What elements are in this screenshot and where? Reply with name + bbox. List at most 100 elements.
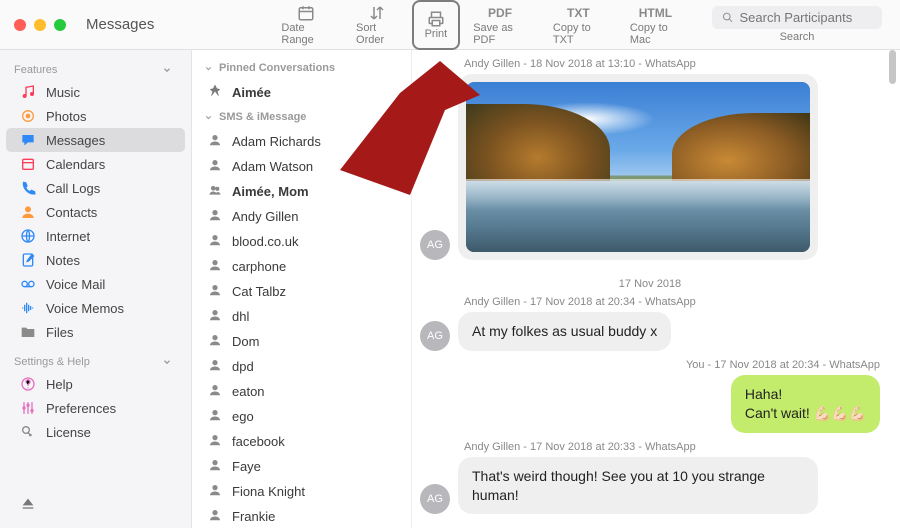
sidebar-item-label: Notes xyxy=(46,253,80,268)
conversation-item[interactable]: Dom xyxy=(192,329,411,354)
music-icon xyxy=(20,84,36,100)
search-label: Search xyxy=(770,31,825,43)
chevron-down-icon[interactable] xyxy=(157,357,177,367)
sidebar-item-label: Preferences xyxy=(46,401,116,416)
person-icon xyxy=(208,433,222,450)
conversation-list: Pinned Conversations Aimée SMS & iMessag… xyxy=(192,50,412,528)
photo-attachment[interactable] xyxy=(466,82,810,252)
conversation-item[interactable]: Frankie xyxy=(192,504,411,528)
copy-mac-button[interactable]: HTML Copy to Mac xyxy=(617,0,694,50)
eject-button[interactable] xyxy=(6,492,185,520)
conversation-item[interactable]: Aimée, Mom xyxy=(192,179,411,204)
search-icon xyxy=(722,11,733,24)
conversation-item[interactable]: blood.co.uk xyxy=(192,229,411,254)
sidebar-item-label: Messages xyxy=(46,133,105,148)
print-button[interactable]: Print xyxy=(412,0,461,50)
wave-icon xyxy=(20,300,36,316)
conversation-item[interactable]: dpd xyxy=(192,354,411,379)
chevron-down-icon xyxy=(204,64,213,73)
zoom-dot[interactable] xyxy=(54,19,66,31)
sidebar-item-files[interactable]: Files xyxy=(6,320,185,344)
toolbar: Date Range Sort Order Print PDF Save as … xyxy=(264,0,698,50)
sidebar-item-preferences[interactable]: Preferences xyxy=(6,396,185,420)
minimize-dot[interactable] xyxy=(34,19,46,31)
person-icon xyxy=(208,358,222,375)
copy-txt-button[interactable]: TXT Copy to TXT xyxy=(540,0,617,50)
sidebar-item-photos[interactable]: Photos xyxy=(6,104,185,128)
contacts-icon xyxy=(20,204,36,220)
messages-icon xyxy=(20,132,36,148)
window-controls xyxy=(0,19,80,31)
chevron-down-icon[interactable] xyxy=(157,65,177,75)
message-row: AG xyxy=(420,74,880,260)
message-meta: You - 17 Nov 2018 at 20:34 - WhatsApp xyxy=(686,359,880,375)
sidebar-item-label: Calendars xyxy=(46,157,105,172)
pdf-icon: PDF xyxy=(488,4,512,22)
conversation-item[interactable]: Faye xyxy=(192,454,411,479)
prefs-icon xyxy=(20,400,36,416)
person-icon xyxy=(208,258,222,275)
date-divider: 17 Nov 2018 xyxy=(420,268,880,296)
sidebar-item-label: Voice Mail xyxy=(46,277,105,292)
message-bubble[interactable]: That's weird though! See you at 10 you s… xyxy=(458,457,818,515)
conversation-item[interactable]: Adam Richards xyxy=(192,129,411,154)
pin-icon xyxy=(208,84,222,101)
conversation-item[interactable]: Adam Watson xyxy=(192,154,411,179)
sidebar-item-label: Files xyxy=(46,325,73,340)
conversation-item[interactable]: Aimée xyxy=(192,80,411,105)
save-pdf-button[interactable]: PDF Save as PDF xyxy=(460,0,540,50)
search-input[interactable] xyxy=(739,10,872,25)
eject-icon xyxy=(20,496,36,512)
message-meta: Andy Gillen - 17 Nov 2018 at 20:34 - Wha… xyxy=(420,296,880,312)
conversation-item[interactable]: Cat Talbz xyxy=(192,279,411,304)
date-range-button[interactable]: Date Range xyxy=(268,0,343,50)
message-meta: Andy Gillen - 18 Nov 2018 at 13:10 - Wha… xyxy=(420,58,880,74)
txt-icon: TXT xyxy=(567,4,590,22)
conversation-item[interactable]: carphone xyxy=(192,254,411,279)
sidebar-item-internet[interactable]: Internet xyxy=(6,224,185,248)
conversation-item[interactable]: Fiona Knight xyxy=(192,479,411,504)
sidebar-item-notes[interactable]: Notes xyxy=(6,248,185,272)
sidebar-item-messages[interactable]: Messages xyxy=(6,128,185,152)
sidebar-item-calendars[interactable]: Calendars xyxy=(6,152,185,176)
person-icon xyxy=(208,133,222,150)
sms-header[interactable]: SMS & iMessage xyxy=(192,105,411,129)
sidebar-item-label: License xyxy=(46,425,91,440)
conversation-item[interactable]: dhl xyxy=(192,304,411,329)
sidebar-item-call logs[interactable]: Call Logs xyxy=(6,176,185,200)
folder-icon xyxy=(20,324,36,340)
scrollbar-thumb[interactable] xyxy=(889,50,896,84)
conversation-item[interactable]: ego xyxy=(192,404,411,429)
sidebar-item-music[interactable]: Music xyxy=(6,80,185,104)
features-header: Features xyxy=(0,58,191,80)
sidebar-item-help[interactable]: Help xyxy=(6,372,185,396)
sidebar-item-license[interactable]: License xyxy=(6,420,185,444)
sidebar-item-label: Music xyxy=(46,85,80,100)
conversation-item[interactable]: Andy Gillen xyxy=(192,204,411,229)
avatar: AG xyxy=(420,321,450,351)
sidebar-item-contacts[interactable]: Contacts xyxy=(6,200,185,224)
person-icon xyxy=(208,458,222,475)
license-icon xyxy=(20,424,36,440)
html-icon: HTML xyxy=(639,4,672,22)
sidebar-item-label: Internet xyxy=(46,229,90,244)
image-bubble[interactable] xyxy=(458,74,818,260)
photos-icon xyxy=(20,108,36,124)
voicemail-icon xyxy=(20,276,36,292)
close-dot[interactable] xyxy=(14,19,26,31)
search-box[interactable] xyxy=(712,6,882,29)
conversation-item[interactable]: eaton xyxy=(192,379,411,404)
sort-order-button[interactable]: Sort Order xyxy=(343,0,412,50)
person-icon xyxy=(208,483,222,500)
sidebar-item-voice mail[interactable]: Voice Mail xyxy=(6,272,185,296)
conversation-item[interactable]: facebook xyxy=(192,429,411,454)
message-meta: Andy Gillen - 17 Nov 2018 at 20:33 - Wha… xyxy=(420,441,880,457)
titlebar: Messages Date Range Sort Order Print PDF… xyxy=(0,0,900,50)
sidebar-item-label: Contacts xyxy=(46,205,97,220)
message-bubble[interactable]: At my folkes as usual buddy x xyxy=(458,312,671,351)
group-icon xyxy=(208,183,222,200)
help-icon xyxy=(20,376,36,392)
pinned-header[interactable]: Pinned Conversations xyxy=(192,56,411,80)
message-bubble-outgoing[interactable]: Haha! Can't wait! 💪🏻💪🏻💪🏻 xyxy=(731,375,880,433)
sidebar-item-voice memos[interactable]: Voice Memos xyxy=(6,296,185,320)
